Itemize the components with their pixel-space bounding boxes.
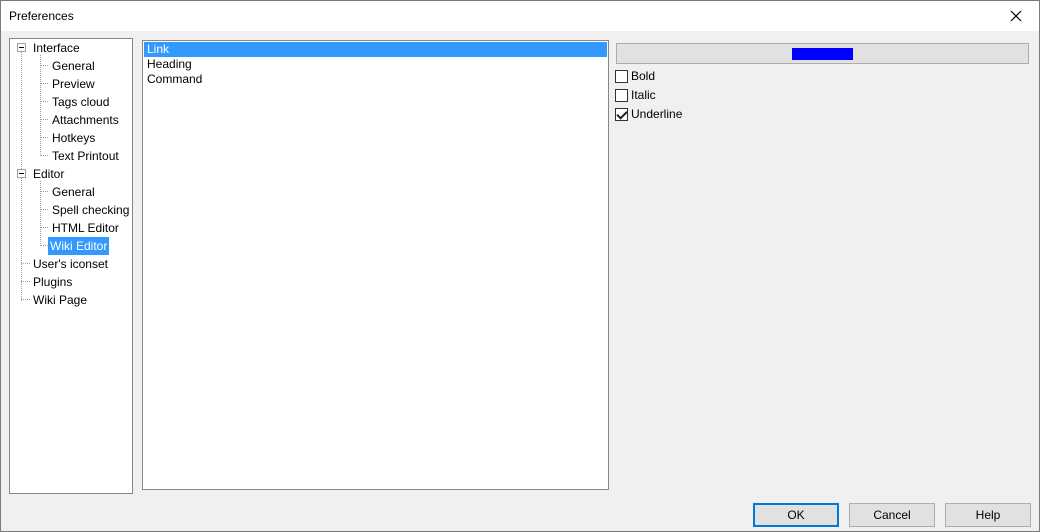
tree-connector	[40, 227, 48, 228]
tree-item-label: Interface	[33, 41, 80, 55]
help-button[interactable]: Help	[945, 503, 1031, 527]
tree-connector	[40, 209, 48, 210]
italic-checkbox[interactable]	[615, 88, 628, 102]
bold-label: Bold	[631, 69, 656, 83]
color-swatch	[792, 48, 853, 60]
tree-item-label: Wiki Editor	[48, 237, 110, 255]
tree-item-hotkeys[interactable]: Hotkeys	[50, 129, 97, 147]
tree-item-label: Wiki Page	[33, 293, 88, 307]
element-list[interactable]: Link Heading Command	[142, 40, 609, 490]
tree-connector	[40, 191, 48, 192]
tree-item-editor-general[interactable]: General	[50, 183, 97, 201]
tree-item-label: Spell checking	[52, 203, 130, 217]
tree-item-label: Editor	[33, 167, 65, 181]
tree-item-html-editor[interactable]: HTML Editor	[50, 219, 121, 237]
color-picker-button[interactable]	[616, 43, 1029, 64]
italic-label: Italic	[631, 88, 656, 102]
tree-connector	[21, 299, 30, 300]
tree-item-label: General	[52, 185, 95, 199]
tree-item-label: Attachments	[52, 113, 119, 127]
collapse-icon[interactable]	[17, 43, 26, 52]
tree-item-general[interactable]: General	[50, 57, 97, 75]
ok-button[interactable]: OK	[753, 503, 839, 527]
tree-item-text-printout[interactable]: Text Printout	[50, 147, 121, 165]
close-button[interactable]	[993, 1, 1039, 31]
tree-connector	[40, 119, 48, 120]
tree-item-plugins[interactable]: Plugins	[31, 273, 74, 291]
tree-connector	[21, 263, 30, 264]
tree-item-label: Preview	[52, 77, 95, 91]
tree-item-wiki-page[interactable]: Wiki Page	[31, 291, 89, 309]
preferences-tree[interactable]: Interface General Preview Tags cloud Att…	[9, 38, 133, 494]
tree-item-label: User's iconset	[33, 257, 108, 271]
bold-option[interactable]: Bold	[615, 68, 655, 84]
tree-connector	[40, 137, 48, 138]
tree-item-label: HTML Editor	[52, 221, 119, 235]
tree-item-editor[interactable]: Editor	[31, 165, 66, 183]
tree-item-tags-cloud[interactable]: Tags cloud	[50, 93, 111, 111]
tree-connector	[40, 55, 41, 156]
cancel-button[interactable]: Cancel	[849, 503, 935, 527]
tree-connector	[40, 245, 48, 246]
tree-item-label: General	[52, 59, 95, 73]
tree-item-interface[interactable]: Interface	[31, 39, 82, 57]
tree-connector	[40, 65, 48, 66]
tree-connector	[40, 101, 48, 102]
list-item-link[interactable]: Link	[144, 42, 607, 57]
window-title: Preferences	[9, 9, 74, 23]
tree-item-wiki-editor[interactable]: Wiki Editor	[48, 237, 110, 255]
italic-option[interactable]: Italic	[615, 87, 656, 103]
underline-checkbox[interactable]	[615, 107, 628, 121]
list-item-command[interactable]: Command	[144, 72, 607, 87]
bold-checkbox[interactable]	[615, 69, 628, 83]
close-icon	[1010, 10, 1022, 22]
underline-label: Underline	[631, 107, 683, 121]
collapse-icon[interactable]	[17, 169, 26, 178]
tree-connector	[21, 281, 30, 282]
tree-item-label: Plugins	[33, 275, 73, 289]
tree-item-label: Tags cloud	[52, 95, 110, 109]
tree-item-users-iconset[interactable]: User's iconset	[31, 255, 110, 273]
title-bar: Preferences	[1, 1, 1039, 31]
underline-option[interactable]: Underline	[615, 106, 682, 122]
tree-item-spell-checking[interactable]: Spell checking	[50, 201, 131, 219]
list-item-heading[interactable]: Heading	[144, 57, 607, 72]
tree-connector	[40, 155, 48, 156]
tree-connector	[40, 83, 48, 84]
tree-item-attachments[interactable]: Attachments	[50, 111, 121, 129]
tree-item-preview[interactable]: Preview	[50, 75, 97, 93]
tree-item-label: Hotkeys	[52, 131, 96, 145]
tree-item-label: Text Printout	[52, 149, 119, 163]
preferences-dialog: Preferences Interface General Preview Ta…	[0, 0, 1040, 532]
